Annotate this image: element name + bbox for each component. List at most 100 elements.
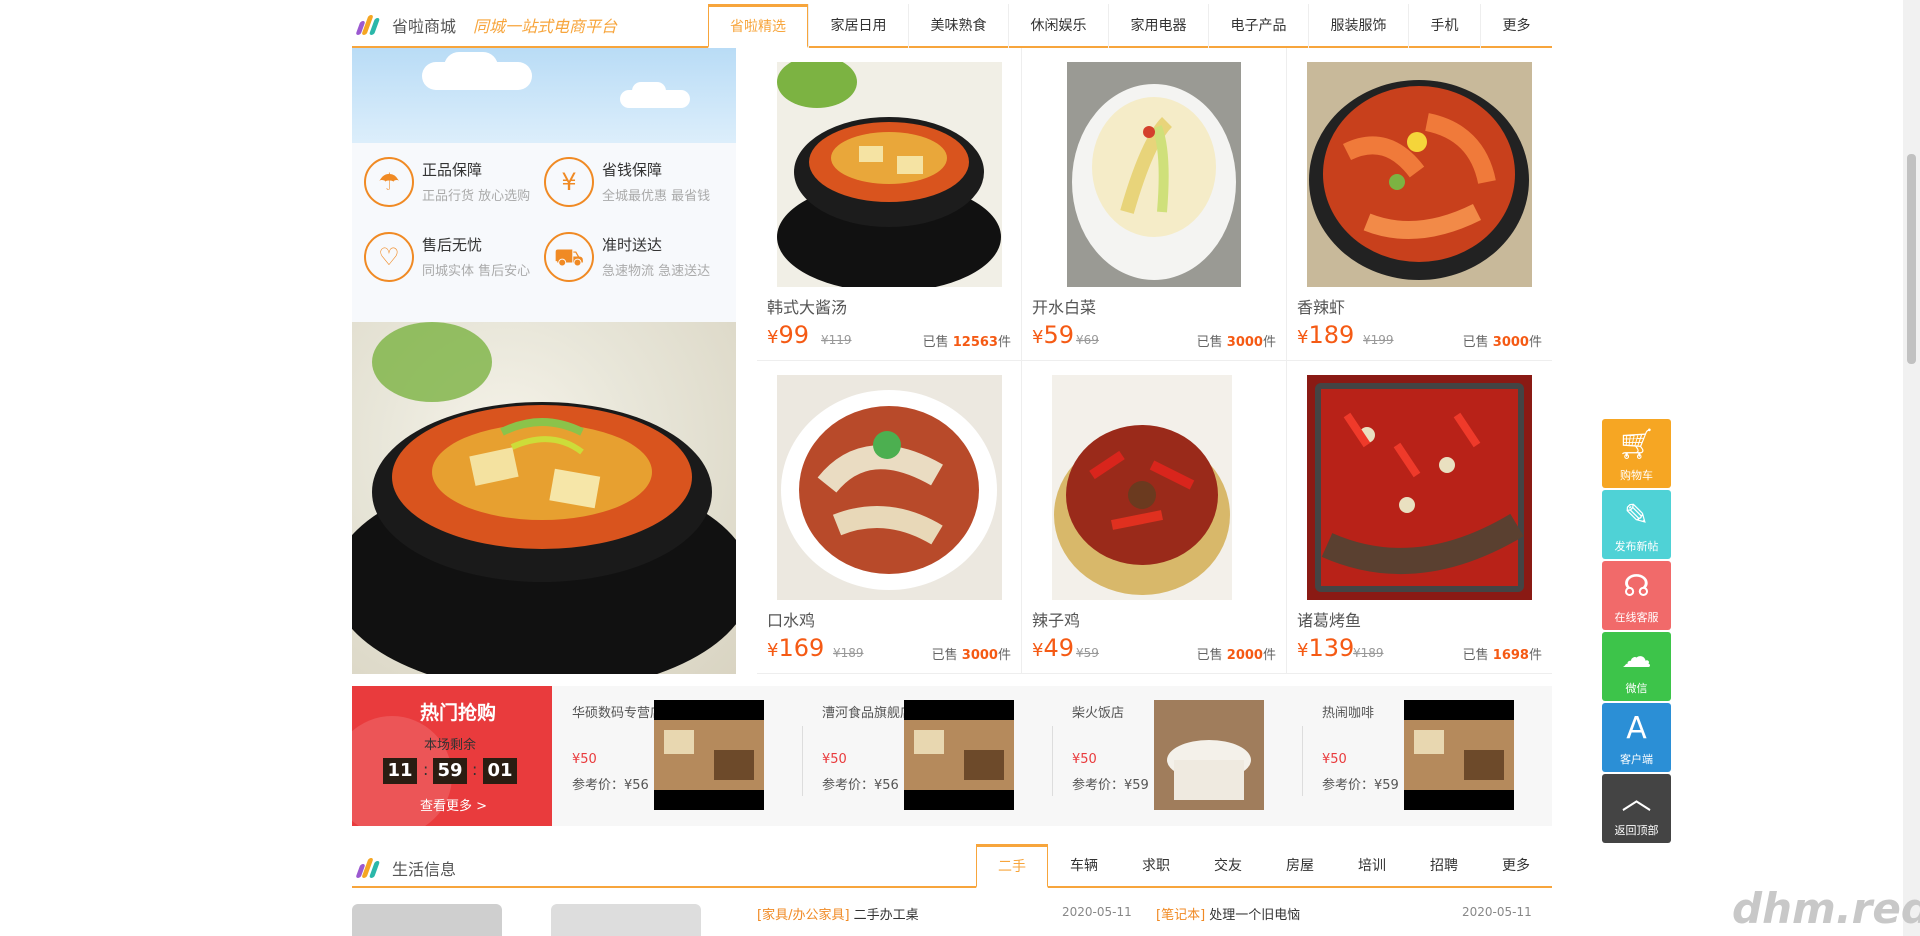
sold-count: 已售 3000件: [1196, 335, 1276, 350]
tab-vehicles[interactable]: 车辆: [1048, 844, 1120, 888]
guarantee-title: 准时送达: [602, 236, 663, 254]
life-info-bar: 生活信息 二手 车辆 求职 交友 房屋 培训 招聘 更多: [352, 842, 1552, 888]
news-item[interactable]: [家具/办公家具] 二手办工桌: [757, 904, 919, 923]
product-card[interactable]: 辣子鸡 ¥49 ¥59 已售 2000件: [1022, 361, 1287, 674]
deal-image[interactable]: [1154, 700, 1264, 810]
product-image[interactable]: [1307, 375, 1532, 600]
product-name[interactable]: 诸葛烤鱼: [1297, 607, 1361, 631]
deal-reference-price: 参考价：¥59: [1322, 778, 1399, 793]
deal-image[interactable]: [654, 700, 764, 810]
deal-shop-name[interactable]: 热闹咖啡: [1322, 702, 1374, 721]
brand-name[interactable]: 省啦商城: [392, 13, 456, 37]
flash-sale-title: 热门抢购: [420, 702, 497, 724]
sky-banner: [352, 48, 736, 143]
original-price: ¥189: [1353, 646, 1384, 660]
deal-item[interactable]: 柴火饭店 ¥50 参考价：¥59: [1052, 686, 1302, 826]
product-price: ¥99: [767, 321, 809, 349]
product-image[interactable]: [1067, 62, 1241, 287]
life-logo-icon: [355, 856, 382, 878]
guarantee-sub: 全城最优惠 最省钱: [602, 189, 711, 204]
original-price: ¥59: [1076, 646, 1099, 660]
listing-thumbnail[interactable]: [551, 904, 701, 936]
product-name[interactable]: 香辣虾: [1297, 294, 1345, 318]
product-image[interactable]: [1052, 375, 1232, 600]
back-to-top-button[interactable]: ︿ 返回顶部: [1602, 774, 1671, 843]
deal-reference-price: 参考价：¥56: [822, 778, 899, 793]
listing-thumbnail[interactable]: [352, 904, 502, 936]
sold-count: 已售 1698件: [1462, 648, 1542, 663]
deal-reference-price: 参考价：¥56: [572, 778, 649, 793]
news-date: 2020-05-11: [1462, 905, 1532, 919]
product-card[interactable]: 韩式大酱汤 ¥99 ¥119 已售 12563件: [757, 48, 1022, 361]
product-name[interactable]: 开水白菜: [1032, 294, 1096, 318]
tab-more[interactable]: 更多: [1480, 4, 1552, 48]
featured-dish-image[interactable]: [352, 322, 736, 674]
product-price: ¥189: [1297, 321, 1355, 349]
top-navigation-bar: 省啦商城 同城一站式电商平台 省啦精选 家居日用 美味熟食 休闲娱乐 家用电器 …: [352, 0, 1552, 48]
wechat-button[interactable]: ☁ 微信: [1602, 632, 1671, 701]
original-price: ¥119: [821, 333, 852, 347]
tab-home-goods[interactable]: 家居日用: [808, 4, 908, 48]
product-card[interactable]: 诸葛烤鱼 ¥139 ¥189 已售 1698件: [1287, 361, 1552, 674]
product-image[interactable]: [777, 62, 1002, 287]
tab-deli-food[interactable]: 美味熟食: [908, 4, 1008, 48]
deal-image[interactable]: [904, 700, 1014, 810]
guarantee-genuine: ☂ 正品保障 正品行货 放心选购: [352, 151, 532, 211]
product-name[interactable]: 口水鸡: [767, 607, 815, 631]
product-card[interactable]: 口水鸡 ¥169 ¥189 已售 3000件: [757, 361, 1022, 674]
tab-housing[interactable]: 房屋: [1264, 844, 1336, 888]
guarantee-title: 售后无忧: [422, 236, 483, 254]
deal-reference-price: 参考价：¥59: [1072, 778, 1149, 793]
deal-item[interactable]: 华硕数码专营店 ¥50 参考价：¥56: [552, 686, 802, 826]
tab-leisure[interactable]: 休闲娱乐: [1008, 4, 1108, 48]
product-image[interactable]: [777, 375, 1002, 600]
cart-button[interactable]: 🛒︎ 购物车: [1602, 419, 1671, 488]
page-scrollbar[interactable]: [1903, 0, 1920, 936]
guarantee-title: 正品保障: [422, 161, 483, 179]
deal-shop-name[interactable]: 柴火饭店: [1072, 702, 1124, 721]
original-price: ¥69: [1076, 333, 1099, 347]
app-client-button[interactable]: A 客户端: [1602, 703, 1671, 772]
sold-count: 已售 3000件: [1462, 335, 1542, 350]
tab-secondhand[interactable]: 二手: [976, 844, 1048, 888]
countdown-seconds: 01: [483, 758, 517, 784]
guarantee-title: 省钱保障: [602, 161, 663, 179]
app-store-icon: A: [1626, 711, 1647, 746]
sold-count: 已售 12563件: [922, 335, 1011, 350]
countdown-label: 本场剩余: [424, 738, 477, 753]
deal-shop-name[interactable]: 华硕数码专营店: [572, 702, 663, 721]
original-price: ¥189: [833, 646, 864, 660]
product-image[interactable]: [1307, 62, 1532, 287]
tab-electronics[interactable]: 电子产品: [1208, 4, 1308, 48]
product-card[interactable]: 香辣虾 ¥189 ¥199 已售 3000件: [1287, 48, 1552, 361]
deal-image[interactable]: [1404, 700, 1514, 810]
cart-icon: 🛒︎: [1617, 427, 1656, 462]
flash-sale-section: 热门抢购 本场剩余 11 : 59 : 01 查看更多 > 华硕数码专营店 ¥5…: [352, 686, 1552, 826]
tab-clothing[interactable]: 服装服饰: [1308, 4, 1408, 48]
product-name[interactable]: 辣子鸡: [1032, 607, 1080, 631]
customer-service-button[interactable]: ☊ 在线客服: [1602, 561, 1671, 630]
deal-item[interactable]: 热闹咖啡 ¥50 参考价：¥59: [1302, 686, 1552, 826]
new-post-button[interactable]: ✎ 发布新帖: [1602, 490, 1671, 559]
product-card[interactable]: 开水白菜 ¥59 ¥69 已售 3000件: [1022, 48, 1287, 361]
news-item[interactable]: [笔记本] 处理一个旧电恼: [1156, 904, 1300, 923]
scrollbar-thumb[interactable]: [1907, 154, 1916, 364]
product-name[interactable]: 韩式大酱汤: [767, 294, 847, 318]
logo-icon[interactable]: [355, 13, 382, 35]
guarantee-sub: 同城实体 售后安心: [422, 264, 531, 279]
life-info-title: 生活信息: [392, 860, 457, 879]
tab-phones[interactable]: 手机: [1408, 4, 1480, 48]
guarantee-savings: ¥ 省钱保障 全城最优惠 最省钱: [532, 151, 712, 211]
tab-friends[interactable]: 交友: [1192, 844, 1264, 888]
deal-item[interactable]: 漕河食品旗舰店 ¥50 参考价：¥56: [802, 686, 1052, 826]
view-more-link[interactable]: 查看更多 >: [420, 795, 487, 814]
tab-training[interactable]: 培训: [1336, 844, 1408, 888]
product-price: ¥169: [767, 634, 825, 662]
guarantee-panel: ☂ 正品保障 正品行货 放心选购 ¥ 省钱保障 全城最优惠 最省钱 ♡ 售后无忧…: [352, 143, 736, 323]
tab-recruitment[interactable]: 招聘: [1408, 844, 1480, 888]
tab-more-life[interactable]: 更多: [1480, 844, 1552, 888]
tab-appliances[interactable]: 家用电器: [1108, 4, 1208, 48]
deal-shop-name[interactable]: 漕河食品旗舰店: [822, 702, 913, 721]
tab-job-seeking[interactable]: 求职: [1120, 844, 1192, 888]
tab-selected[interactable]: 省啦精选: [708, 4, 808, 48]
